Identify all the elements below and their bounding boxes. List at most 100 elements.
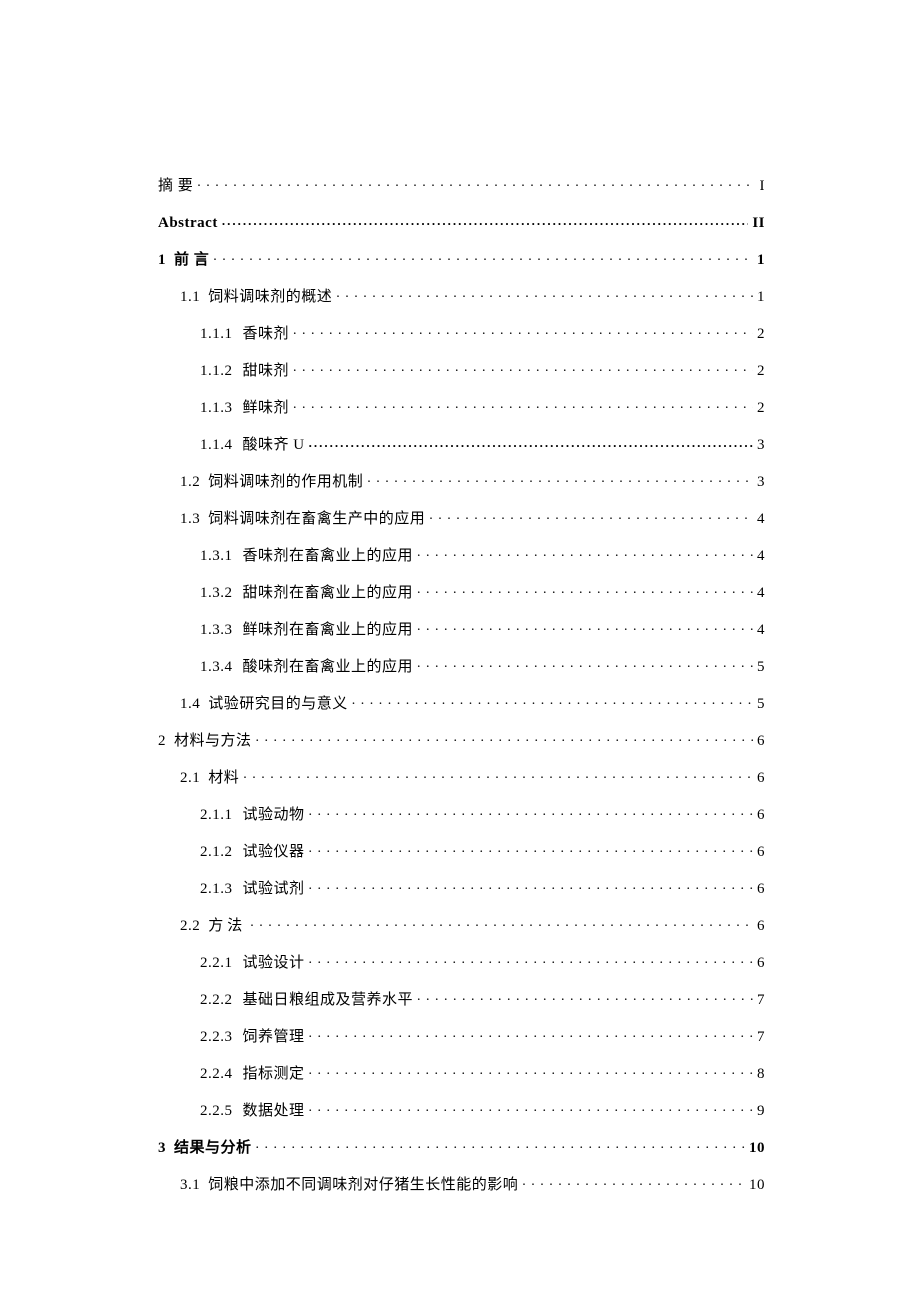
toc-leader: [413, 619, 755, 634]
toc-number: 1.1.1: [200, 326, 233, 342]
toc-number: 2.2.4: [200, 1066, 233, 1082]
toc-page-number: 3: [755, 438, 765, 453]
toc-label: 2材料与方法: [158, 734, 252, 749]
toc-number: 1.2: [180, 474, 200, 490]
toc-leader: [413, 656, 755, 671]
toc-number: 2.2.5: [200, 1103, 233, 1119]
toc-entry: 2.2.2基础日粮组成及营养水平7: [200, 989, 765, 1008]
toc-page-number: 6: [755, 771, 765, 786]
toc-entry: 1.3.3 鲜味剂在畜禽业上的应用 4: [200, 619, 765, 638]
toc-entry: 1.1.3鲜味剂 2: [200, 397, 765, 416]
toc-leader: [305, 878, 755, 893]
toc-number: 2.2: [180, 918, 200, 934]
toc-label: 2.2.1试验设计: [200, 956, 305, 971]
toc-title: 方法: [208, 918, 246, 934]
toc-page-number: 9: [755, 1104, 765, 1119]
toc-page-number: 2: [755, 401, 765, 416]
toc-title: 甜味剂: [243, 363, 290, 379]
toc-title: 饲粮中添加不同调味剂对仔猪生长性能的影响: [208, 1177, 518, 1193]
toc-leader: [305, 1063, 755, 1078]
toc-leader: [305, 804, 755, 819]
toc-leader: [332, 286, 755, 301]
toc-page-number: 4: [755, 623, 765, 638]
toc-title: 试验试剂: [243, 881, 305, 897]
toc-label: Abstract: [158, 216, 218, 231]
toc-entry: 1.3饲料调味剂在畜禽生产中的应用4: [180, 508, 765, 527]
toc-leader: [518, 1174, 747, 1189]
toc-title: 试验仪器: [243, 844, 305, 860]
toc-entry: 2.1.2 试验仪器 6: [200, 841, 765, 860]
toc-leader: [348, 693, 755, 708]
toc-title: 鲜味剂在畜禽业上的应用: [243, 622, 414, 638]
toc-leader: [239, 767, 755, 782]
toc-page-number: 6: [755, 882, 765, 897]
toc-label: 2.1 材料: [180, 771, 239, 786]
toc-entry: 1前 言1: [158, 249, 765, 268]
toc-title: 指标测定: [243, 1066, 305, 1082]
toc-title: 试验研究目的与意义: [208, 696, 348, 712]
toc-label: 2.2 方法: [180, 919, 246, 934]
toc-label: 1.3.4酸味剂在畜禽业上的应用: [200, 660, 413, 675]
toc-title: 材料: [208, 770, 239, 786]
toc-page-number: 8: [755, 1067, 765, 1082]
toc-leader: [305, 434, 755, 449]
toc-leader: [289, 323, 755, 338]
toc-page: 摘 要IAbstractII1前 言11.1饲料调味剂的概述11.1.1香味剂2…: [0, 0, 920, 1193]
toc-title: 酸味剂在畜禽业上的应用: [243, 659, 414, 675]
toc-page-number: 6: [755, 956, 765, 971]
toc-title: 试验动物: [243, 807, 305, 823]
toc-label: 1.3.3 鲜味剂在畜禽业上的应用: [200, 623, 413, 638]
toc-entry: 摘 要I: [158, 175, 765, 194]
toc-leader: [363, 471, 755, 486]
toc-entry: 1.1.1香味剂2: [200, 323, 765, 342]
toc-leader: [193, 175, 757, 190]
toc-title: 摘 要: [158, 178, 193, 194]
toc-leader: [305, 1100, 755, 1115]
toc-label: 1.4试验研究目的与意义: [180, 697, 348, 712]
toc-label: 2.1.2 试验仪器: [200, 845, 305, 860]
toc-number: 1.1.2: [200, 363, 233, 379]
toc-entry: 1.3.1香味剂在畜禽业上的应用 4: [200, 545, 765, 564]
toc-title: 甜味剂在畜禽业上的应用: [243, 585, 414, 601]
toc-number: 2.1.2: [200, 844, 233, 860]
toc-entry: 1.3.2甜味剂在畜禽业上的应用4: [200, 582, 765, 601]
toc-page-number: 3: [755, 475, 765, 490]
toc-number: 1.3: [180, 511, 200, 527]
toc-page-number: 4: [755, 549, 765, 564]
toc-entry: 2.2方法6: [180, 915, 765, 934]
toc-leader: [305, 1026, 755, 1041]
toc-page-number: 6: [755, 845, 765, 860]
toc-entry: 2.2.3饲养管理7: [200, 1026, 765, 1045]
toc-number: 1.3.2: [200, 585, 233, 601]
toc-number: 1.3.3: [200, 622, 233, 638]
toc-title: 饲养管理: [243, 1029, 305, 1045]
toc-title: 香味剂在畜禽业上的应用: [243, 548, 414, 564]
toc-title: 前 言: [174, 252, 209, 268]
toc-label: 1.3.1香味剂在畜禽业上的应用: [200, 549, 413, 564]
toc-leader: [425, 508, 755, 523]
toc-leader: [289, 397, 755, 412]
toc-leader: [305, 952, 755, 967]
toc-label: 1.3.2 甜味剂在畜禽业上的应用: [200, 586, 413, 601]
toc-number: 2.1: [180, 770, 200, 786]
toc-entry: 1.3.4酸味剂在畜禽业上的应用5: [200, 656, 765, 675]
toc-label: 1前 言: [158, 253, 209, 268]
toc-number: 1.1: [180, 289, 200, 305]
toc-entry: 1.1饲料调味剂的概述1: [180, 286, 765, 305]
toc-entry: 1.1.4 酸味齐 U 3: [200, 434, 765, 453]
toc-label: 2.2.5数据处理: [200, 1104, 305, 1119]
toc-leader: [218, 212, 750, 227]
toc-number: 3.1: [180, 1177, 200, 1193]
toc-entry: 3结果与分析10: [158, 1137, 765, 1156]
toc-number: 2: [158, 733, 166, 749]
toc-title: 酸味齐 U: [243, 437, 305, 453]
toc-page-number: 7: [755, 1030, 765, 1045]
toc-page-number: 10: [747, 1141, 765, 1156]
toc-entry: 1.4试验研究目的与意义5: [180, 693, 765, 712]
toc-entry: 2.2.5数据处理 9: [200, 1100, 765, 1119]
toc-label: 1.1.3鲜味剂: [200, 401, 289, 416]
toc-title: 饲料调味剂的作用机制: [208, 474, 363, 490]
toc-leader: [305, 841, 755, 856]
toc-number: 1.1.4: [200, 437, 233, 453]
toc-label: 1.3饲料调味剂在畜禽生产中的应用: [180, 512, 425, 527]
